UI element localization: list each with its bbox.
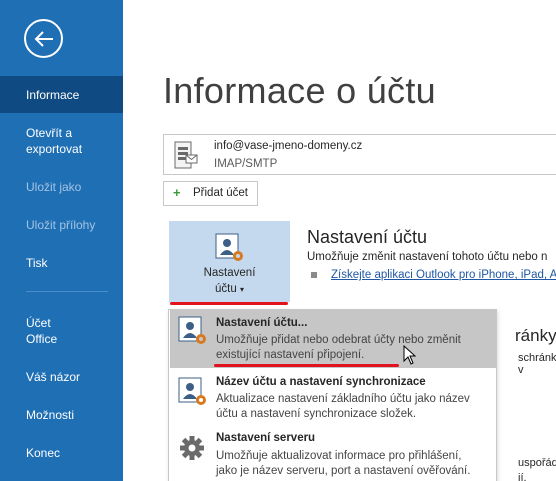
settings-label-line2: účtu ▾ xyxy=(215,283,244,295)
nav-label: Tisk xyxy=(26,256,48,270)
account-email: info@vase-jmeno-domeny.cz xyxy=(214,140,363,152)
account-settings-icon xyxy=(215,233,243,261)
background-heading: ránky xyxy=(515,326,556,345)
nav-item-ulozit-prilohy: Uložit přílohy xyxy=(0,217,123,233)
section-title: Nastavení účtu xyxy=(307,227,428,247)
menu-desc-line: Umožňuje přidat nebo odebrat účty nebo z… xyxy=(216,334,461,346)
add-account-button[interactable]: + Přidat účet xyxy=(163,181,258,206)
nav-item-ucet-office[interactable]: Účet Office xyxy=(0,315,123,347)
nav-item-informace[interactable]: Informace xyxy=(0,76,123,113)
nav-label: Uložit jako xyxy=(26,180,82,194)
menu-desc-line: jako je název serveru, port a nastavení … xyxy=(216,465,471,477)
nav-label: Konec xyxy=(26,446,61,460)
nav-item-moznosti[interactable]: Možnosti xyxy=(0,407,123,423)
back-button[interactable] xyxy=(24,19,63,58)
add-account-label: Přidat účet xyxy=(193,187,248,199)
menu-item-account-name-sync[interactable]: Název účtu a nastavení synchronizace Akt… xyxy=(170,371,496,427)
background-text: schránky v xyxy=(518,352,556,376)
nav-label: Váš názor xyxy=(26,370,81,384)
account-name-icon xyxy=(178,377,206,405)
nav-item-vas-nazor[interactable]: Váš názor xyxy=(0,369,123,385)
account-settings-icon xyxy=(178,316,206,344)
outlook-mobile-link[interactable]: Získejte aplikaci Outlook pro iPhone, iP… xyxy=(331,269,556,281)
nav-item-otevrit-exportovat[interactable]: Otevřít a exportovat xyxy=(0,125,123,157)
gear-icon xyxy=(180,436,204,460)
bullet-icon xyxy=(311,272,317,278)
highlight-underline xyxy=(170,302,288,305)
nav-label: Informace xyxy=(26,88,80,102)
plus-icon: + xyxy=(173,185,181,200)
account-selector[interactable]: info@vase-jmeno-domeny.cz IMAP/SMTP xyxy=(163,134,556,175)
menu-desc-line: existující nastavení připojení. xyxy=(216,349,365,361)
nav-label: exportovat xyxy=(26,142,83,156)
menu-item-title: Nastavení účtu... xyxy=(216,317,308,329)
background-text: uspořádáv xyxy=(518,457,556,469)
backstage-sidebar: Informace Otevřít a exportovat Uložit ja… xyxy=(0,0,123,481)
dropdown-caret-icon: ▾ xyxy=(239,285,244,294)
nav-item-tisk[interactable]: Tisk xyxy=(0,255,123,271)
menu-item-description: Umožňuje aktualizovat informace pro přih… xyxy=(216,449,488,479)
menu-item-account-settings[interactable]: Nastavení účtu... Umožňuje přidat nebo o… xyxy=(170,310,496,368)
settings-label-line1: Nastavení xyxy=(203,267,256,279)
nav-label: Office xyxy=(26,332,58,346)
menu-desc-line: Umožňuje aktualizovat informace pro přih… xyxy=(216,450,462,462)
nav-item-ulozit-jako: Uložit jako xyxy=(0,179,123,195)
highlight-underline xyxy=(214,364,399,367)
menu-item-title: Název účtu a nastavení synchronizace xyxy=(216,376,426,388)
account-settings-label: Nastavení účtu ▾ xyxy=(169,265,290,298)
nav-label: Uložit přílohy xyxy=(26,218,96,232)
nav-label: Účet xyxy=(26,316,51,330)
nav-divider xyxy=(26,291,108,292)
page-title: Informace o účtu xyxy=(163,70,436,111)
background-text: jí. xyxy=(518,472,527,481)
nav-label: Otevřít a xyxy=(26,126,73,140)
account-mail-icon xyxy=(174,141,198,169)
back-arrow-icon xyxy=(34,31,53,47)
account-settings-button[interactable]: Nastavení účtu ▾ xyxy=(169,221,290,302)
menu-item-description: Umožňuje přidat nebo odebrat účty nebo z… xyxy=(216,333,488,363)
mouse-cursor-icon xyxy=(403,345,417,365)
nav-label: Možnosti xyxy=(26,408,75,422)
nav-item-konec[interactable]: Konec xyxy=(0,445,123,461)
account-type: IMAP/SMTP xyxy=(214,158,278,170)
menu-item-description: Aktualizace nastavení základního účtu ja… xyxy=(216,392,488,422)
section-description: Umožňuje změnit nastavení tohoto účtu ne… xyxy=(307,251,548,263)
menu-item-server-settings[interactable]: Nastavení serveru Umožňuje aktualizovat … xyxy=(170,428,496,481)
menu-item-title: Nastavení serveru xyxy=(216,432,316,444)
account-settings-dropdown: Nastavení účtu... Umožňuje přidat nebo o… xyxy=(168,309,497,481)
menu-desc-line: Aktualizace nastavení základního účtu ja… xyxy=(216,393,470,405)
menu-desc-line: účtu a nastavení synchronizace složek. xyxy=(216,408,417,420)
